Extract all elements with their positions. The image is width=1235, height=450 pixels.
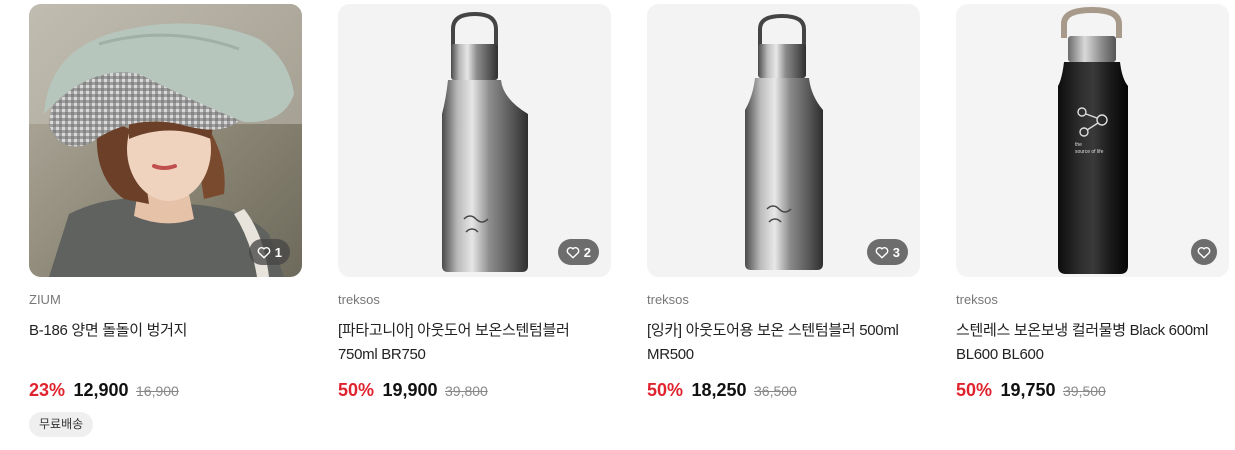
product-image[interactable]: 2: [338, 4, 611, 277]
product-image[interactable]: the source of life: [956, 4, 1229, 277]
discount-rate: 50%: [338, 380, 375, 400]
product-grid: 1 ZIUM B-186 양면 돌돌이 벙거지 23% 12,900 16,90…: [0, 0, 1235, 450]
silver-tumbler-photo: [647, 4, 920, 277]
product-image[interactable]: 3: [647, 4, 920, 277]
heart-outline-icon: [566, 246, 580, 258]
like-button[interactable]: 2: [557, 239, 599, 265]
sale-price: 18,250: [691, 380, 747, 400]
price-row: 50% 19,750 39,500: [956, 378, 1229, 402]
brand-name[interactable]: treksos: [338, 292, 611, 308]
original-price: 36,500: [754, 383, 797, 399]
woman-hat-photo: [29, 4, 302, 277]
like-button[interactable]: 1: [248, 239, 290, 265]
price-row: 50% 18,250 36,500: [647, 378, 920, 402]
product-title[interactable]: B-186 양면 돌돌이 벙거지: [29, 319, 302, 367]
bottle-print-line-1: the: [1075, 142, 1082, 148]
silver-tumbler-photo: [338, 4, 611, 277]
heart-outline-icon: [1197, 246, 1211, 258]
original-price: 16,900: [136, 383, 179, 399]
product-card[interactable]: 1 ZIUM B-186 양면 돌돌이 벙거지 23% 12,900 16,90…: [29, 4, 302, 437]
like-button[interactable]: 3: [866, 239, 908, 265]
product-card[interactable]: 2 treksos [파타고니아] 아웃도어 보온스텐텀블러 750ml BR7…: [338, 4, 611, 402]
heart-outline-icon: [257, 246, 271, 258]
like-button[interactable]: [1191, 239, 1217, 265]
like-count: 3: [892, 244, 900, 260]
original-price: 39,500: [1063, 383, 1106, 399]
sale-price: 12,900: [73, 380, 129, 400]
price-row: 50% 19,900 39,800: [338, 378, 611, 402]
like-count: 2: [583, 244, 591, 260]
product-title[interactable]: [잉카] 아웃도어용 보온 스텐텀블러 500ml MR500: [647, 319, 920, 367]
discount-rate: 50%: [956, 380, 993, 400]
discount-rate: 23%: [29, 380, 66, 400]
product-title[interactable]: [파타고니아] 아웃도어 보온스텐텀블러 750ml BR750: [338, 319, 611, 367]
sale-price: 19,900: [382, 380, 438, 400]
price-row: 23% 12,900 16,900: [29, 378, 302, 402]
product-card[interactable]: the source of life treksos 스텐레스 보온보냉 컬러물…: [956, 4, 1229, 402]
black-bottle-photo: the source of life: [956, 4, 1229, 277]
original-price: 39,800: [445, 383, 488, 399]
brand-name[interactable]: treksos: [956, 292, 1229, 308]
sale-price: 19,750: [1000, 380, 1056, 400]
bottle-print-line-2: source of life: [1075, 149, 1104, 155]
product-card[interactable]: 3 treksos [잉카] 아웃도어용 보온 스텐텀블러 500ml MR50…: [647, 4, 920, 402]
product-title[interactable]: 스텐레스 보온보냉 컬러물병 Black 600ml BL600 BL600: [956, 319, 1229, 367]
free-shipping-badge: 무료배송: [29, 412, 94, 437]
like-count: 1: [274, 244, 282, 260]
heart-outline-icon: [875, 246, 889, 258]
brand-name[interactable]: ZIUM: [29, 292, 302, 308]
product-image[interactable]: 1: [29, 4, 302, 277]
brand-name[interactable]: treksos: [647, 292, 920, 308]
discount-rate: 50%: [647, 380, 684, 400]
